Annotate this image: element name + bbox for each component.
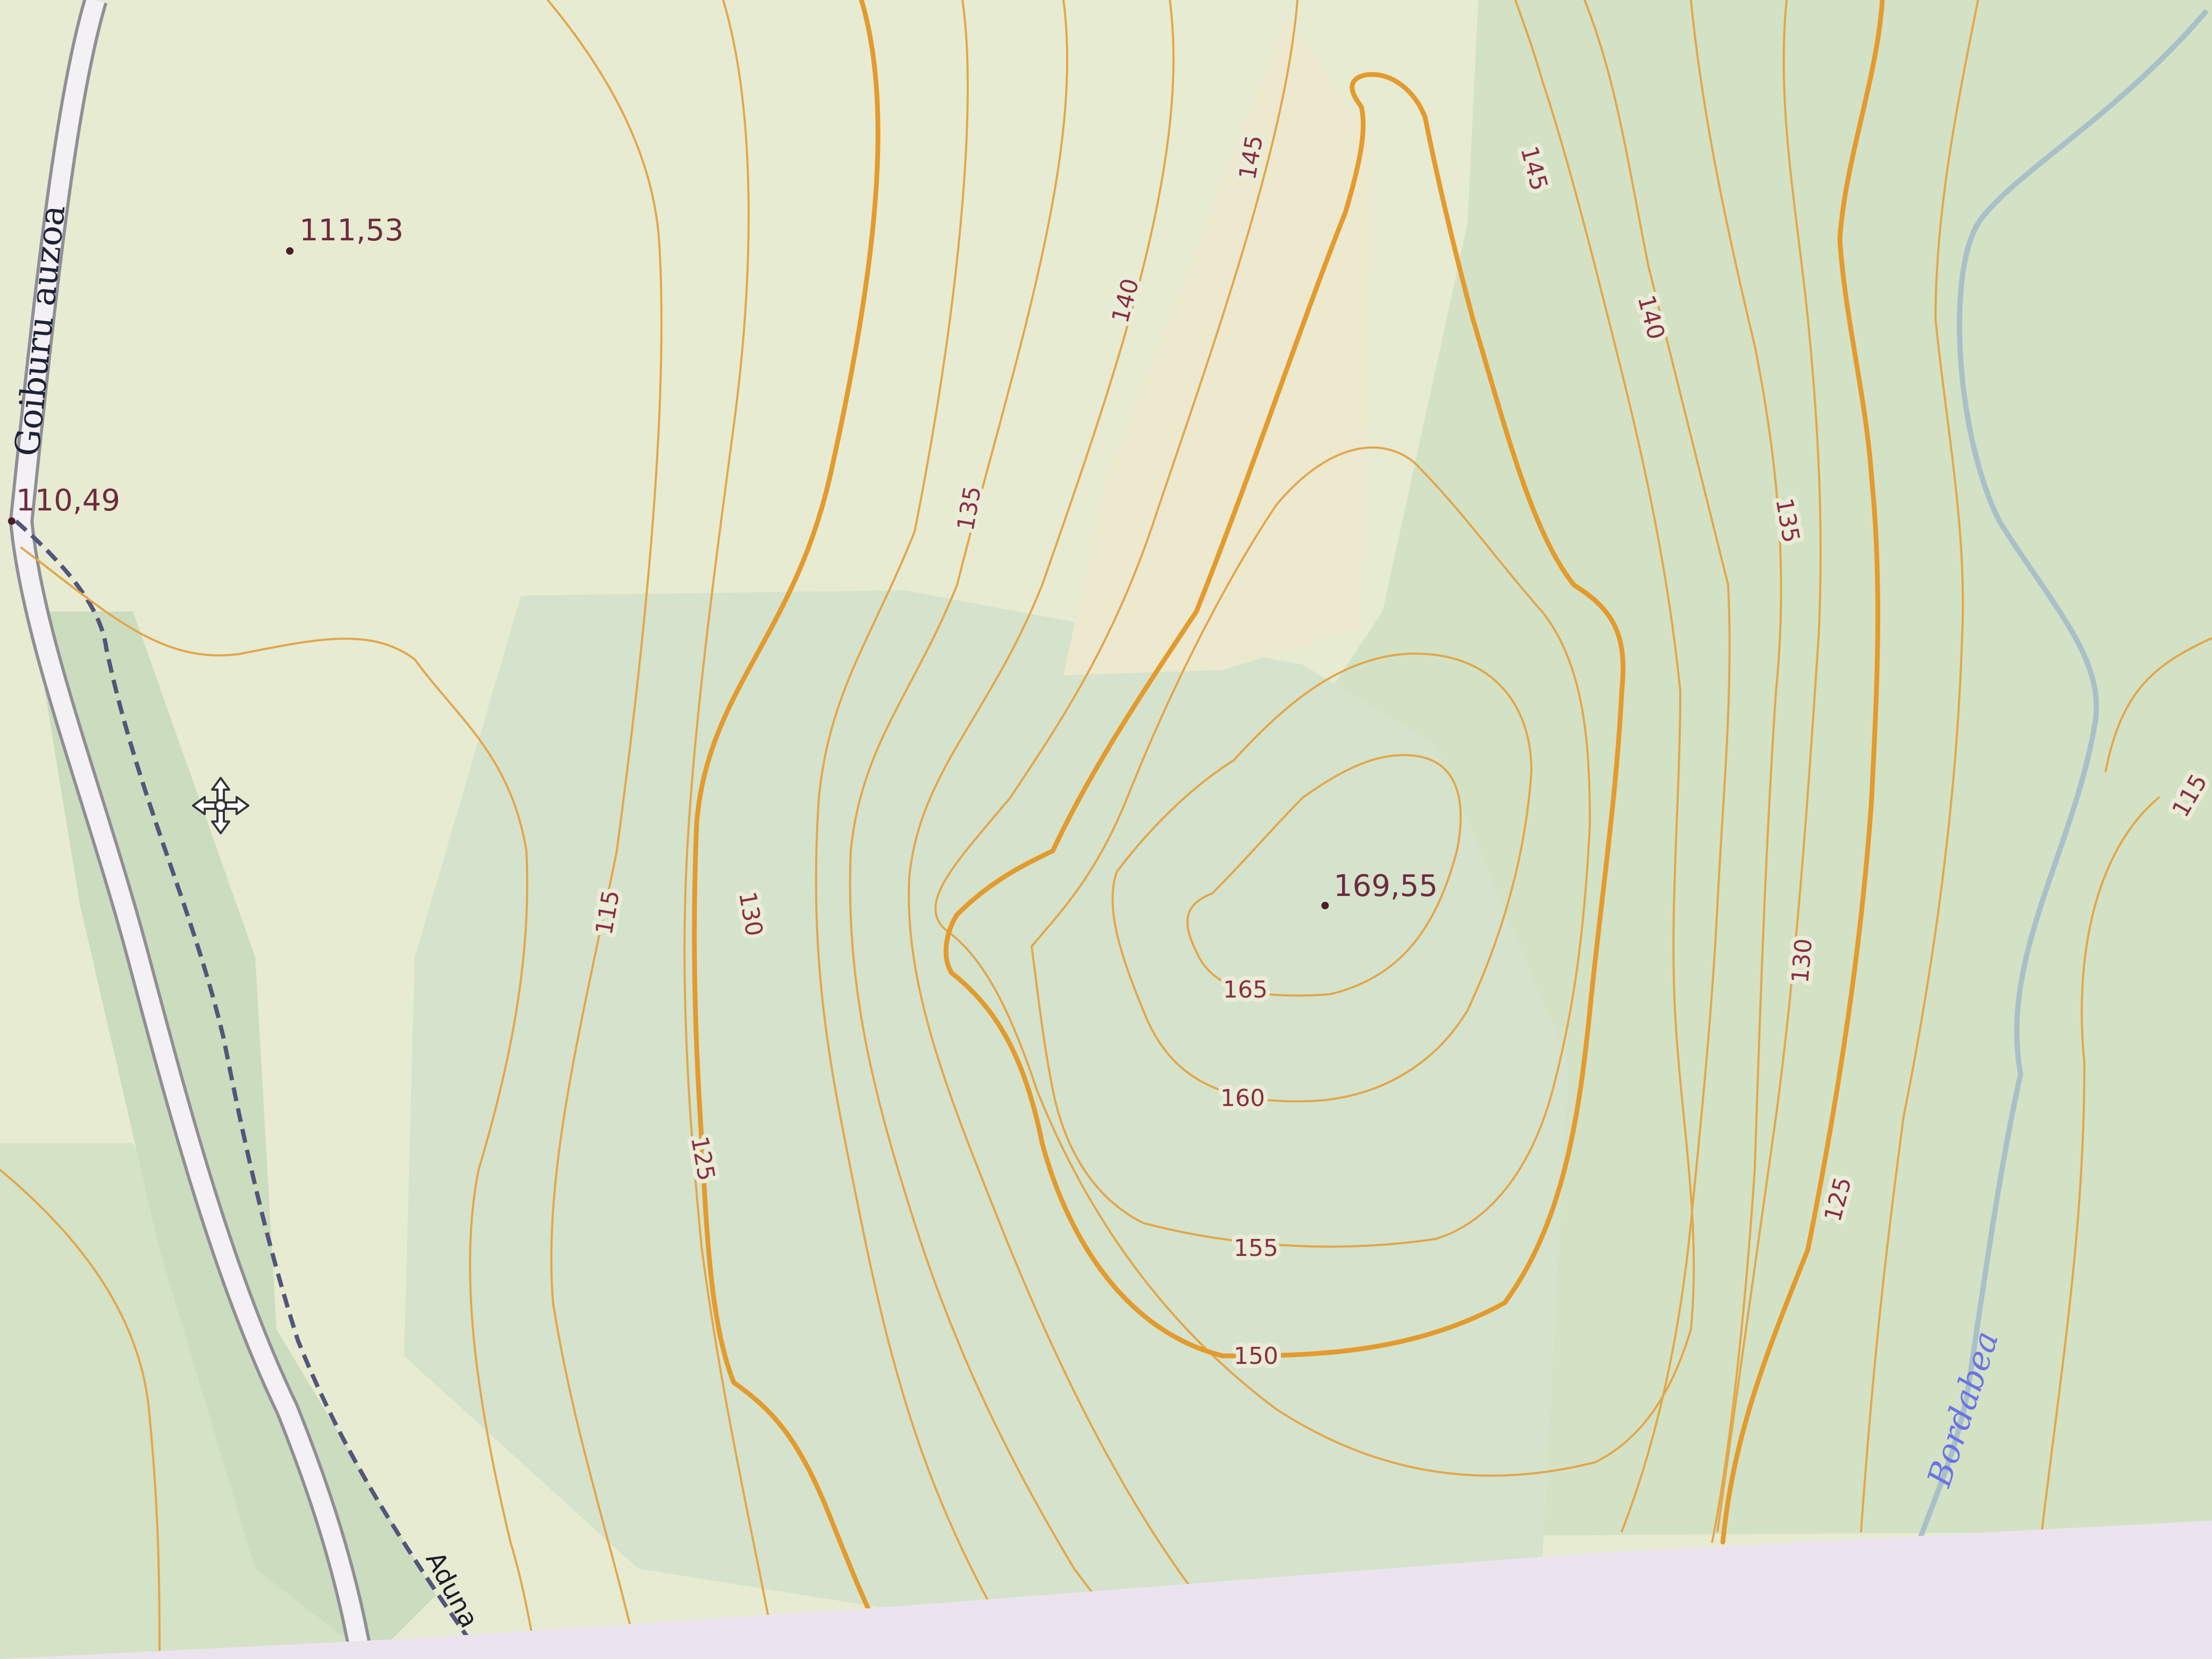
spot-height-label: 110,49 — [16, 483, 120, 518]
contour-label: 150 — [1234, 1343, 1278, 1370]
spot-height-label: 111,53 — [299, 213, 404, 248]
spot-height-label: 169,55 — [1334, 869, 1438, 903]
forest-area-center — [404, 590, 1569, 1611]
contour-label: 160 — [1220, 1085, 1265, 1112]
map-viewport[interactable]: 115 125 130 135 140 145 145 140 135 130 … — [0, 0, 2212, 1659]
spot-height-marker — [1321, 902, 1329, 909]
contour-label: 165 — [1223, 976, 1268, 1003]
topographic-map[interactable]: 115 125 130 135 140 145 145 140 135 130 … — [0, 0, 2212, 1659]
contour-label: 155 — [1234, 1235, 1278, 1262]
spot-height-marker — [8, 517, 15, 525]
spot-height-marker — [286, 247, 294, 255]
contour-label: 130 — [1787, 937, 1817, 984]
